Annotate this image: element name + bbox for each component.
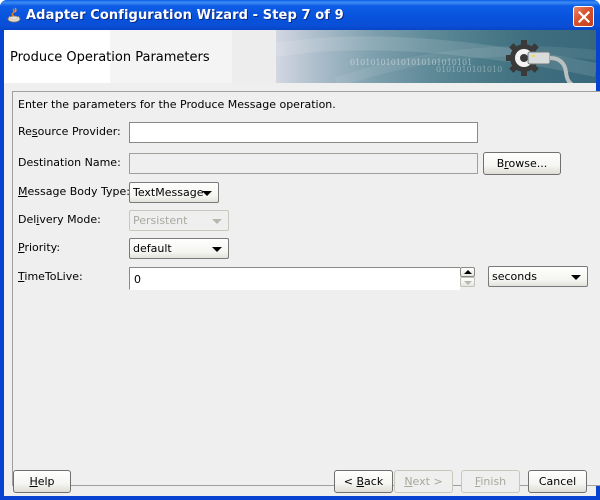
chevron-down-icon — [212, 219, 222, 224]
java-cup-icon — [7, 7, 21, 23]
wizard-window: Adapter Configuration Wizard - Step 7 of… — [0, 0, 600, 500]
delivery-mode-select: Persistent — [129, 210, 229, 231]
header-gap — [232, 30, 276, 83]
finish-button: Finish — [461, 470, 520, 493]
priority-select[interactable]: default — [129, 238, 229, 259]
window-border-bottom — [0, 496, 600, 500]
label-part: owse... — [508, 157, 548, 170]
label-part: riority: — [24, 241, 61, 254]
mnemonic: H — [29, 475, 38, 488]
destination-name-input — [129, 153, 478, 174]
priority-label: Priority: — [18, 241, 60, 254]
mnemonic: M — [18, 185, 28, 198]
instructions-text: Enter the parameters for the Produce Mes… — [18, 98, 336, 111]
banner-binary-text-2: 0101010101010 — [436, 65, 503, 74]
label-part: Del — [18, 213, 37, 226]
selected-value: seconds — [492, 270, 537, 283]
wizard-header: Produce Operation Parameters 01010101010… — [4, 30, 596, 83]
spinner-down-button — [460, 277, 475, 287]
message-body-type-select[interactable]: TextMessage — [129, 182, 219, 203]
message-body-type-label: Message Body Type: — [18, 185, 130, 198]
arrow-up-icon — [464, 270, 472, 274]
destination-name-field — [130, 154, 477, 173]
label-part: < — [343, 475, 357, 488]
close-x-icon — [578, 11, 590, 23]
selected-value: default — [133, 242, 172, 255]
resource-provider-field[interactable] — [130, 123, 477, 142]
window-title: Adapter Configuration Wizard - Step 7 of… — [26, 8, 344, 23]
destination-name-label: Destination Name: — [18, 156, 121, 169]
label-part: elp — [37, 475, 55, 488]
label-part: imeToLive: — [24, 270, 83, 283]
time-to-live-spinner[interactable] — [460, 267, 476, 287]
time-to-live-label: TimeToLive: — [18, 270, 83, 283]
label-part: ext > — [412, 475, 443, 488]
resource-provider-label: Resource Provider: — [18, 125, 121, 138]
spinner-up-button[interactable] — [460, 267, 475, 277]
help-button[interactable]: Help — [13, 470, 71, 493]
label-part: ource Provider: — [37, 125, 121, 138]
arrow-down-icon — [464, 281, 472, 285]
selected-value: TextMessage — [133, 186, 204, 199]
label-part: inish — [480, 475, 507, 488]
back-button[interactable]: < Back — [334, 470, 393, 493]
label-part: very Mode: — [39, 213, 101, 226]
gear-plug-icon — [506, 40, 573, 83]
chevron-down-icon — [212, 247, 222, 252]
label-part: essage Body Type: — [27, 185, 130, 198]
close-button[interactable] — [573, 6, 594, 27]
time-unit-select[interactable]: seconds — [488, 266, 588, 287]
selected-value: Persistent — [133, 214, 188, 227]
title-bar[interactable]: Adapter Configuration Wizard - Step 7 of… — [0, 0, 600, 30]
resource-provider-input[interactable] — [129, 122, 478, 143]
delivery-mode-label: Delivery Mode: — [18, 213, 101, 226]
chevron-down-icon — [202, 191, 212, 196]
cancel-button[interactable]: Cancel — [528, 470, 587, 493]
browse-button[interactable]: Browse... — [483, 152, 561, 175]
time-to-live-input[interactable] — [129, 267, 460, 290]
label-part: Re — [18, 125, 32, 138]
chevron-down-icon — [571, 275, 581, 280]
page-title: Produce Operation Parameters — [10, 50, 210, 65]
time-to-live-field[interactable] — [130, 268, 460, 289]
header-banner-graphic: 010101010101010101010101 0101010101010 — [276, 30, 596, 83]
next-button: Next > — [394, 470, 453, 493]
mnemonic: B — [356, 475, 365, 488]
label-part: ack — [364, 475, 384, 488]
mnemonic: N — [404, 475, 413, 488]
